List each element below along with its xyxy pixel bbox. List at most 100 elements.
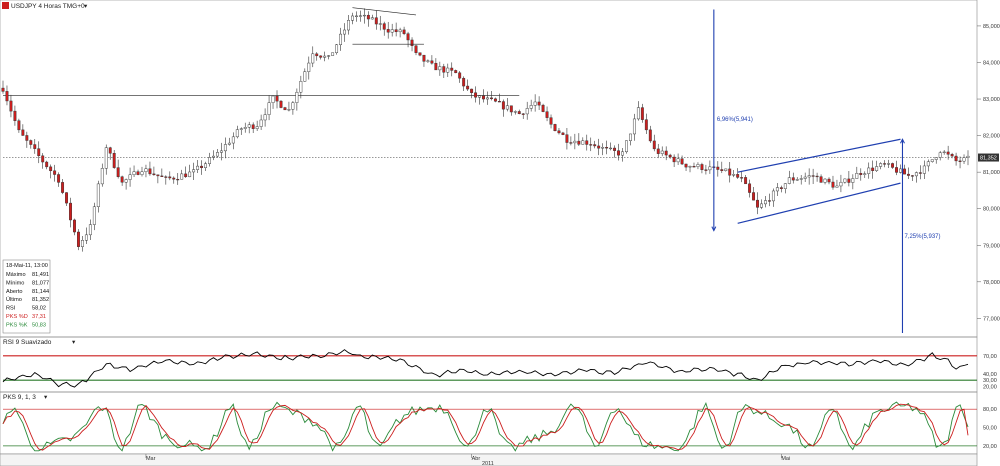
candle-body [827,178,831,183]
symbol-dropdown-icon[interactable]: ▾ [84,3,88,10]
candle-body [414,45,418,53]
candle-body [227,142,231,145]
candle-body [914,172,918,177]
candle-body [811,175,815,177]
candle-body [156,174,160,177]
top-trendline[interactable] [352,7,417,16]
candle-body [351,15,354,21]
candle-body [450,67,454,71]
candle-body [33,144,37,149]
candle-body [239,128,243,130]
candle-body [736,174,740,178]
stoch-dropdown-icon[interactable]: ▾ [44,394,48,401]
candle-body [299,81,303,93]
candle-body [267,102,271,115]
candle-body [688,166,692,168]
candle-body [144,168,148,173]
candle-body [644,119,648,131]
candle-body [871,167,875,171]
candle-body [5,91,9,102]
candle-body [394,29,398,33]
candle-body [490,97,493,100]
candle-body [517,111,521,115]
candle-body [287,109,291,111]
candle-body [88,224,92,236]
candle-body [501,101,505,110]
candle-body [128,174,132,180]
candle-body [664,150,668,156]
candle-body [569,142,573,144]
candle-body [1,87,5,92]
candle-body [13,110,17,121]
candle-body [537,101,541,106]
candle-body [561,132,565,135]
candle-body [835,185,839,188]
candle-body [752,192,756,201]
candle-body [434,62,438,71]
candle-body [652,140,656,150]
candle-body [204,163,207,168]
candle-body [704,169,708,171]
candle-body [172,177,176,180]
x-year-label: 2011 [482,461,494,466]
info-row-label: PKS %K [6,322,28,328]
candle-body [934,157,938,160]
candle-body [621,151,624,156]
rsi-dropdown-icon[interactable]: ▾ [72,339,76,346]
chart-svg: 6,96%(5,941) 7,25%(5,937) 70,00 40,0030,00… [0,0,1000,466]
candle-body [910,175,914,177]
candle-body [903,168,906,175]
candle-body [708,166,712,171]
candle-body [347,20,350,31]
candle-body [696,164,700,167]
price-tick-label: 79,000 [983,243,1000,249]
candle-body [648,129,652,142]
candle-body [96,183,100,208]
info-row-value: 81,352 [32,297,49,303]
candle-body [315,53,319,57]
candle-body [311,53,315,64]
candle-body [422,54,426,62]
candle-body [343,29,346,35]
candle-body [25,135,29,141]
candle-body [676,158,680,163]
info-box: 18-Mai-11, 13:00 Máximo 81,491 Mínimo 81,07… [2,259,51,334]
candle-body [728,168,732,176]
stoch-title: PKS 9, 1, 3 [3,394,36,401]
candle-body [9,100,13,112]
candle-body [406,33,410,41]
candle-body [92,206,96,225]
candle-body [545,111,549,118]
candle-body [732,174,736,176]
candle-body [847,178,851,183]
candle-body [863,173,867,175]
candle-body [549,117,553,125]
candle-body [120,176,124,183]
candle-body [148,168,152,175]
candle-body [259,119,263,127]
candle-body [581,140,585,145]
candle-body [509,105,513,113]
candle-body [354,15,358,17]
candle-body [577,140,581,145]
candle-body [767,200,771,202]
candle-body [962,157,966,162]
info-row-label: RSI [6,306,16,312]
candle-body [140,171,144,175]
candle-body [73,219,76,233]
candle-body [775,187,779,192]
candle-body [636,107,640,120]
channel-lower-line[interactable] [737,182,901,224]
stoch-tick-label: 80,00 [983,407,997,413]
candle-body [271,95,275,103]
candle-body [196,165,200,170]
candle-body [61,182,65,193]
candle-body [295,91,299,103]
candle-body [553,124,557,132]
candle-body [803,176,807,179]
candle-body [831,181,835,188]
stoch-tick-label: 50,00 [983,426,997,432]
candle-body [625,140,628,153]
candle-body [212,155,215,158]
candle-body [605,146,609,149]
